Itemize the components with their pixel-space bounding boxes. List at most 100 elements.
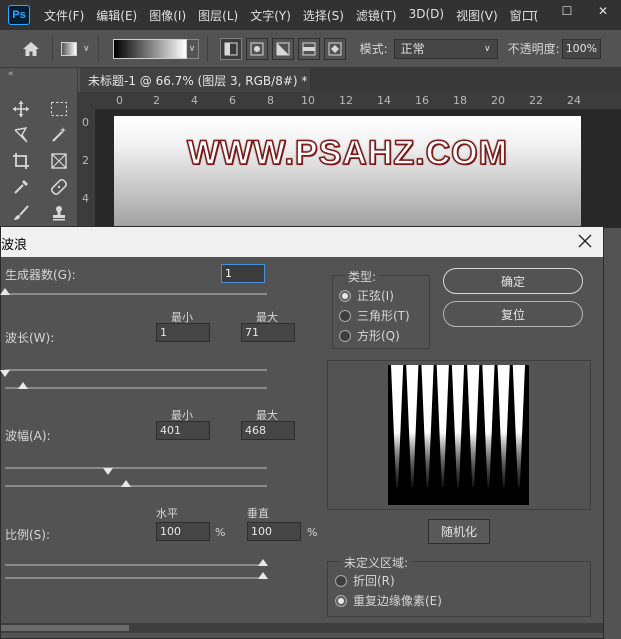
amplitude-min-slider-thumb[interactable] bbox=[103, 468, 114, 475]
reflected-gradient-button[interactable] bbox=[297, 37, 320, 60]
scale-horizontal-slider-thumb[interactable] bbox=[258, 559, 268, 566]
gradient-picker[interactable] bbox=[112, 38, 187, 59]
collapse-panel-icon[interactable]: « bbox=[0, 68, 77, 82]
magic-wand-tool[interactable] bbox=[40, 122, 78, 148]
scale-horizontal-input[interactable]: 100 bbox=[156, 522, 210, 541]
clone-stamp-tool[interactable] bbox=[40, 200, 78, 226]
repeat-edge-pixels-radio[interactable]: 重复边缘像素(E) bbox=[335, 592, 442, 609]
wavelength-max-input[interactable]: 71 bbox=[241, 323, 295, 342]
wavelength-max-slider-track[interactable] bbox=[5, 387, 267, 389]
healing-brush-tool[interactable] bbox=[40, 174, 78, 200]
radial-gradient-icon bbox=[250, 42, 264, 55]
separator bbox=[97, 35, 99, 62]
lasso-tool[interactable] bbox=[2, 122, 40, 148]
radio-button-icon bbox=[335, 594, 347, 607]
generators-input[interactable]: 1 bbox=[221, 264, 265, 283]
scrollbar-thumb[interactable] bbox=[1, 625, 129, 631]
menu-layer[interactable]: 图层(L) bbox=[192, 7, 244, 24]
generators-slider-track[interactable] bbox=[5, 293, 267, 295]
menu-select[interactable]: 选择(S) bbox=[297, 7, 350, 24]
brush-tool[interactable] bbox=[2, 200, 40, 226]
vertical-ruler[interactable]: 0 2 4 bbox=[78, 110, 96, 228]
opacity-input[interactable]: 100% bbox=[561, 38, 602, 59]
minimize-button[interactable]: — bbox=[513, 0, 549, 22]
wrap-around-radio[interactable]: 折回(R) bbox=[335, 572, 395, 589]
menu-file[interactable]: 文件(F) bbox=[38, 7, 90, 24]
close-window-button[interactable]: ✕ bbox=[585, 0, 621, 22]
scale-vertical-slider-track[interactable] bbox=[5, 577, 267, 579]
amplitude-label: 波幅(A): bbox=[5, 429, 51, 443]
document-canvas[interactable]: WWW.PSAHZ.COM bbox=[114, 116, 581, 228]
menu-image[interactable]: 图像(I) bbox=[143, 7, 192, 24]
ok-button[interactable]: 确定 bbox=[443, 268, 583, 294]
amplitude-max-slider-thumb[interactable] bbox=[121, 480, 132, 487]
wave-preview[interactable] bbox=[388, 365, 529, 505]
scale-vertical-slider-thumb[interactable] bbox=[258, 572, 268, 579]
ruler-tick-label: 18 bbox=[453, 94, 467, 107]
chevron-down-icon[interactable]: ∨ bbox=[83, 44, 90, 54]
crop-tool[interactable] bbox=[2, 148, 40, 174]
ruler-tick-label: 0 bbox=[116, 94, 123, 107]
frame-tool[interactable] bbox=[40, 148, 78, 174]
menu-edit[interactable]: 编辑(E) bbox=[90, 7, 143, 24]
menu-filter[interactable]: 滤镜(T) bbox=[350, 7, 403, 24]
separator bbox=[52, 35, 53, 62]
menu-3d[interactable]: 3D(D) bbox=[403, 7, 450, 24]
separator bbox=[206, 35, 208, 62]
reset-button[interactable]: 复位 bbox=[443, 301, 583, 327]
document-tab-title: 未标题-1 @ 66.7% (图层 3, RGB/8#) * bbox=[88, 73, 308, 88]
photoshop-logo-icon: Ps bbox=[8, 5, 30, 25]
tab-strip bbox=[310, 68, 621, 92]
amplitude-min-slider-track[interactable] bbox=[5, 467, 267, 469]
scale-vertical-label: 垂直 bbox=[247, 507, 269, 520]
ruler-tick-label: 24 bbox=[567, 94, 581, 107]
ruler-corner bbox=[78, 92, 96, 110]
amplitude-min-input[interactable]: 401 bbox=[156, 421, 210, 440]
move-tool[interactable] bbox=[2, 96, 40, 122]
dialog-title-bar[interactable]: 波浪 bbox=[1, 227, 603, 257]
amplitude-max-input[interactable]: 468 bbox=[241, 421, 295, 440]
maximize-button[interactable]: ☐ bbox=[549, 0, 585, 22]
angle-gradient-button[interactable] bbox=[271, 37, 294, 60]
type-sine-radio[interactable]: 正弦(I) bbox=[339, 287, 394, 304]
type-square-radio[interactable]: 方形(Q) bbox=[339, 327, 400, 344]
wavelength-min-slider-track[interactable] bbox=[5, 369, 267, 371]
randomize-button[interactable]: 随机化 bbox=[428, 519, 490, 544]
marquee-tool[interactable] bbox=[40, 96, 78, 122]
ruler-tick-label: 22 bbox=[529, 94, 543, 107]
scale-label: 比例(S): bbox=[5, 528, 51, 542]
amplitude-max-slider-track[interactable] bbox=[5, 485, 267, 487]
menu-type[interactable]: 文字(Y) bbox=[244, 7, 297, 24]
wavelength-min-slider-thumb[interactable] bbox=[0, 370, 10, 377]
scale-vertical-input[interactable]: 100 bbox=[247, 522, 301, 541]
generators-slider-thumb[interactable] bbox=[0, 288, 10, 295]
ruler-tick-label: 10 bbox=[301, 94, 315, 107]
stamp-icon bbox=[53, 206, 65, 221]
type-triangle-radio[interactable]: 三角形(T) bbox=[339, 307, 410, 324]
gradient-tool-icon[interactable] bbox=[61, 41, 77, 56]
horizontal-scrollbar[interactable] bbox=[1, 623, 603, 633]
document-tab[interactable]: 未标题-1 @ 66.7% (图层 3, RGB/8#) * ✕ bbox=[80, 68, 325, 92]
linear-gradient-button[interactable] bbox=[219, 37, 242, 60]
crop-icon bbox=[13, 153, 29, 169]
ruler-tick-label: 0 bbox=[82, 116, 89, 129]
move-icon bbox=[13, 101, 29, 117]
ruler-tick-label: 4 bbox=[82, 192, 89, 205]
wavelength-max-slider-thumb[interactable] bbox=[18, 382, 29, 389]
horizontal-ruler[interactable]: 0 2 4 6 8 10 12 14 16 18 20 22 24 bbox=[96, 92, 621, 110]
radio-button-icon bbox=[335, 574, 347, 587]
ruler-tick-label: 14 bbox=[377, 94, 391, 107]
mode-select[interactable]: 正常 ∨ bbox=[393, 38, 498, 59]
menu-view[interactable]: 视图(V) bbox=[450, 7, 504, 24]
scale-horizontal-slider-track[interactable] bbox=[5, 564, 267, 566]
close-dialog-button[interactable] bbox=[575, 231, 595, 251]
close-icon bbox=[578, 234, 592, 248]
eyedropper-tool[interactable] bbox=[2, 174, 40, 200]
radial-gradient-button[interactable] bbox=[245, 37, 268, 60]
canvas-area[interactable]: WWW.PSAHZ.COM bbox=[96, 110, 621, 228]
diamond-gradient-button[interactable] bbox=[323, 37, 346, 60]
gradient-picker-dropdown[interactable]: ∨ bbox=[186, 38, 199, 59]
angle-gradient-icon bbox=[276, 42, 290, 55]
home-button[interactable] bbox=[18, 36, 44, 62]
wavelength-min-input[interactable]: 1 bbox=[156, 323, 210, 342]
